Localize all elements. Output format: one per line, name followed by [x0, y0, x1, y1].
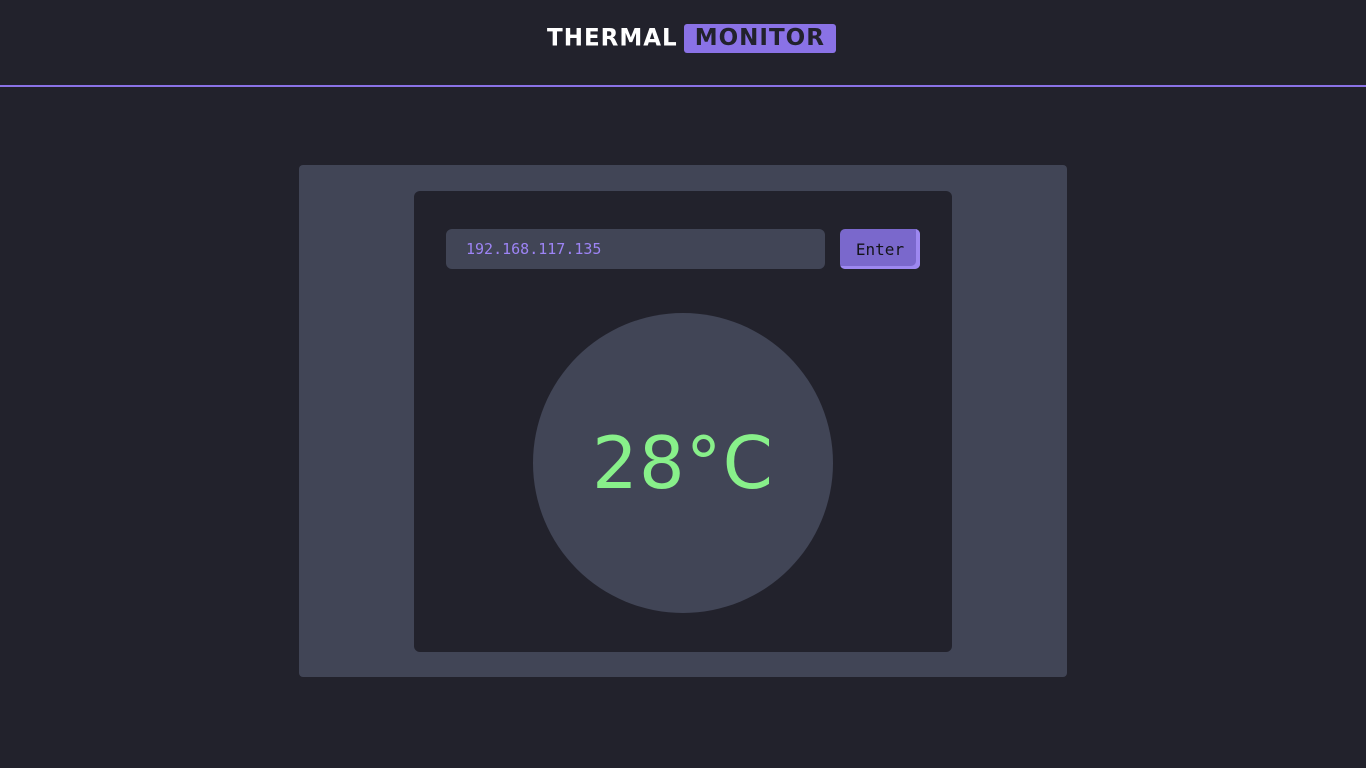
temperature-display: 28°C — [533, 313, 833, 613]
temperature-value: 28°C — [592, 421, 774, 505]
app-logo: THERMAL MONITOR — [547, 24, 836, 53]
logo-text-thermal: THERMAL — [547, 24, 678, 52]
logo-badge-monitor: MONITOR — [683, 24, 836, 53]
enter-button[interactable]: Enter — [840, 229, 920, 269]
app-header: THERMAL MONITOR — [0, 0, 1366, 87]
ip-address-input[interactable] — [446, 229, 825, 269]
